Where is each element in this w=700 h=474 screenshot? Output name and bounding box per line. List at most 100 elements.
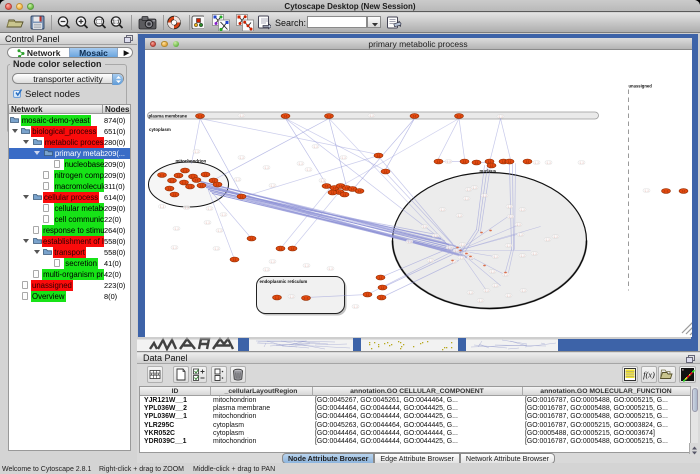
svg-text:[..]: [..]: [377, 153, 380, 157]
svg-text:[...]: [...]: [553, 234, 557, 238]
svg-text:[...]: [...]: [235, 177, 239, 181]
svg-text:[..]: [..]: [526, 159, 529, 163]
svg-text:[...]: [...]: [506, 243, 510, 247]
svg-text:unassigned: unassigned: [628, 83, 652, 88]
svg-text:[...]: [...]: [440, 207, 444, 211]
svg-text:[...]: [...]: [520, 207, 524, 211]
svg-text:[...]: [...]: [289, 294, 293, 298]
svg-text:[...]: [...]: [472, 185, 476, 189]
svg-text:[...]: [...]: [545, 237, 549, 241]
svg-text:[..]: [..]: [304, 296, 307, 300]
svg-text:[...]: [...]: [369, 113, 373, 117]
svg-text:[..]: [..]: [233, 257, 236, 261]
svg-text:[...]: [...]: [508, 214, 512, 218]
svg-text:plasma membrane: plasma membrane: [148, 113, 187, 118]
svg-text:[..]: [..]: [275, 295, 278, 299]
svg-text:[..]: [..]: [331, 190, 334, 194]
svg-text:[..]: [..]: [198, 114, 201, 118]
svg-text:[..]: [..]: [339, 184, 342, 188]
svg-text:[...]: [...]: [534, 160, 538, 164]
svg-text:[...]: [...]: [498, 114, 502, 118]
svg-text:[..]: [..]: [351, 187, 354, 191]
svg-text:[...]: [...]: [207, 206, 211, 210]
svg-text:[..]: [..]: [291, 246, 294, 250]
svg-text:[...]: [...]: [264, 165, 268, 169]
svg-text:[..]: [..]: [240, 194, 243, 198]
svg-text:[...]: [...]: [264, 267, 268, 271]
svg-text:[...]: [...]: [428, 258, 432, 262]
svg-text:[..]: [..]: [195, 178, 198, 182]
svg-text:[...]: [...]: [521, 288, 525, 292]
svg-text:[..]: [..]: [457, 114, 460, 118]
svg-text:[..]: [..]: [170, 178, 173, 182]
svg-text:[..]: [..]: [380, 295, 383, 299]
svg-text:[..]: [..]: [173, 192, 176, 196]
svg-text:[...]: [...]: [447, 245, 451, 249]
svg-text:[...]: [...]: [239, 113, 243, 117]
svg-text:[...]: [...]: [217, 228, 221, 232]
svg-text:[...]: [...]: [353, 304, 357, 308]
svg-text:[...]: [...]: [644, 188, 648, 192]
svg-text:mitochondrion: mitochondrion: [175, 158, 206, 163]
svg-text:[..]: [..]: [250, 236, 253, 240]
svg-text:[..]: [..]: [279, 246, 282, 250]
svg-text:[..]: [..]: [358, 189, 361, 193]
svg-text:[..]: [..]: [177, 173, 180, 177]
svg-text:[...]: [...]: [172, 245, 176, 249]
svg-text:[...]: [...]: [270, 259, 274, 263]
svg-text:[...]: [...]: [194, 149, 198, 153]
svg-text:[...]: [...]: [454, 248, 458, 252]
svg-text:[..]: [..]: [284, 114, 287, 118]
svg-text:[...]: [...]: [460, 242, 464, 246]
svg-text:[..]: [..]: [182, 180, 185, 184]
svg-text:[...]: [...]: [579, 160, 583, 164]
svg-text:[..]: [..]: [381, 285, 384, 289]
svg-text:cytoplasm: cytoplasm: [149, 127, 171, 132]
svg-text:[..]: [..]: [333, 186, 336, 190]
svg-text:[..]: [..]: [188, 184, 191, 188]
svg-text:[...]: [...]: [320, 178, 324, 182]
svg-text:[..]: [..]: [168, 186, 171, 190]
svg-text:[..]: [..]: [212, 178, 215, 182]
svg-text:[...]: [...]: [239, 155, 243, 159]
svg-text:[..]: [..]: [463, 159, 466, 163]
svg-text:[...]: [...]: [507, 204, 511, 208]
svg-text:[..]: [..]: [413, 114, 416, 118]
svg-text:[...]: [...]: [407, 239, 411, 243]
svg-text:[...]: [...]: [422, 224, 426, 228]
svg-text:[...]: [...]: [493, 254, 497, 258]
svg-text:[..]: [..]: [327, 114, 330, 118]
svg-text:[...]: [...]: [446, 159, 450, 163]
svg-text:[..]: [..]: [475, 160, 478, 164]
svg-text:f(x): f(x): [643, 370, 655, 380]
svg-text:[..]: [..]: [325, 184, 328, 188]
svg-text:[...]: [...]: [546, 160, 550, 164]
svg-text:[..]: [..]: [183, 168, 186, 172]
svg-text:[...]: [...]: [506, 293, 510, 297]
svg-text:endoplasmic reticulum: endoplasmic reticulum: [259, 279, 307, 284]
svg-text:[...]: [...]: [184, 205, 188, 209]
svg-text:[...]: [...]: [490, 269, 494, 273]
svg-text:[...]: [...]: [532, 251, 536, 255]
svg-text:[..]: [..]: [160, 173, 163, 177]
svg-text:[..]: [..]: [200, 183, 203, 187]
svg-text:[...]: [...]: [328, 266, 332, 270]
svg-text:[...]: [...]: [478, 298, 482, 302]
svg-text:[...]: [...]: [298, 161, 302, 165]
svg-text:[...]: [...]: [304, 263, 308, 267]
svg-text:[...]: [...]: [205, 220, 209, 224]
svg-text:[...]: [...]: [520, 253, 524, 257]
svg-text:[...]: [...]: [518, 232, 522, 236]
svg-text:[...]: [...]: [464, 196, 468, 200]
svg-text:[..]: [..]: [204, 172, 207, 176]
svg-text:[...]: [...]: [313, 144, 317, 148]
svg-text:[...]: [...]: [468, 290, 472, 294]
svg-text:[...]: [...]: [459, 255, 463, 259]
svg-text:[..]: [..]: [343, 192, 346, 196]
svg-text:[...]: [...]: [484, 288, 488, 292]
svg-text:[...]: [...]: [214, 246, 218, 250]
svg-text:[...]: [...]: [174, 226, 178, 230]
svg-text:[..]: [..]: [508, 159, 511, 163]
svg-text:[...]: [...]: [433, 233, 437, 237]
svg-text:[..]: [..]: [490, 163, 493, 167]
